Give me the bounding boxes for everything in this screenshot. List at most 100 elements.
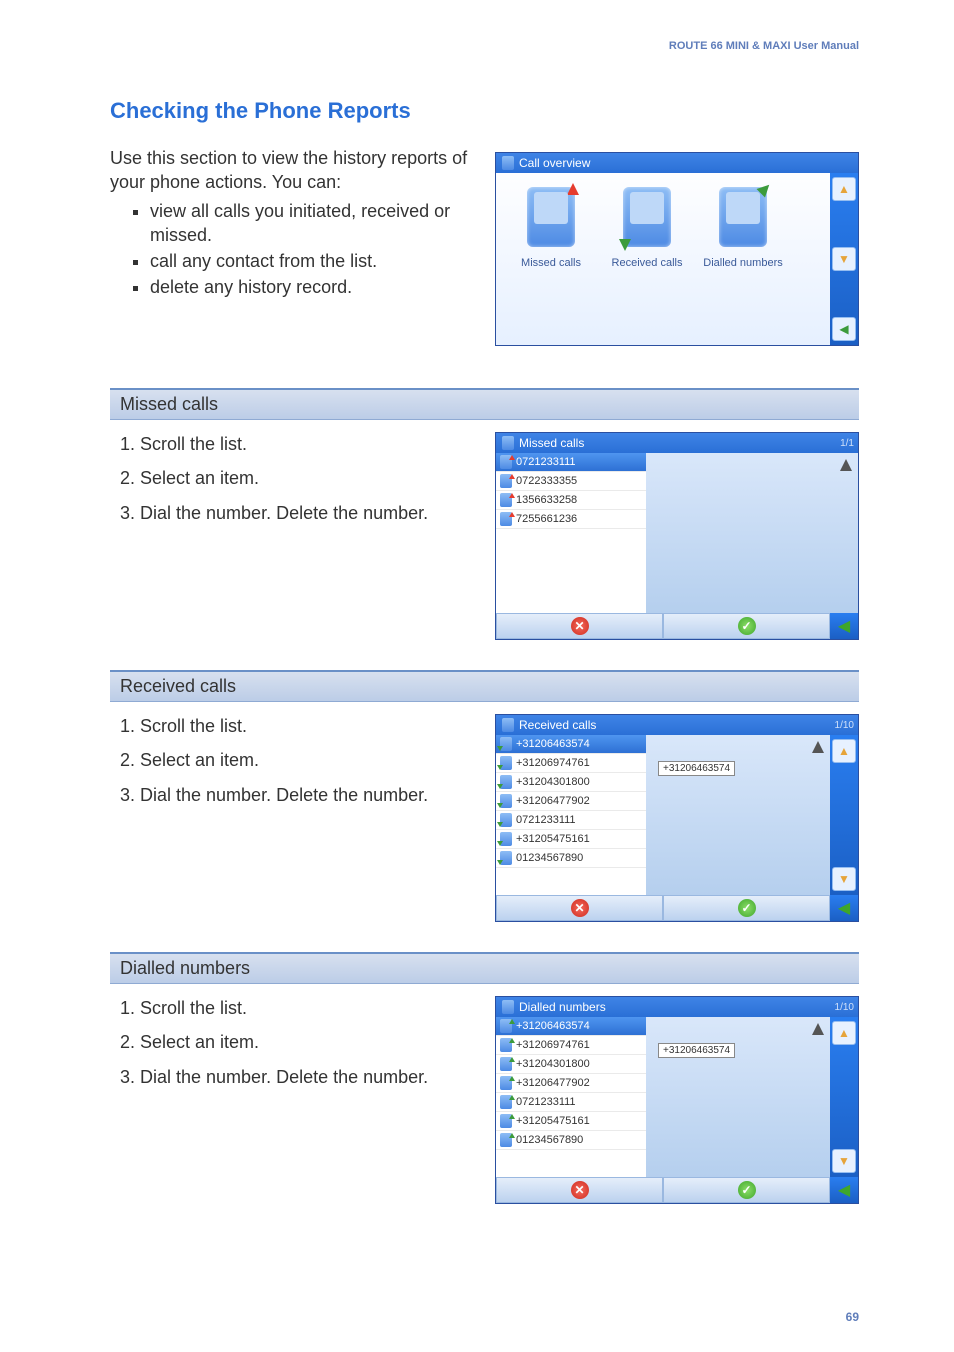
scroll-up-button[interactable]: ▲ xyxy=(832,739,856,763)
section-header: Missed calls xyxy=(110,388,859,420)
call-type-icon xyxy=(500,474,512,488)
overview-item[interactable]: Dialled numbers xyxy=(702,187,784,269)
north-icon xyxy=(840,459,852,471)
step-item: Dial the number. Delete the number. xyxy=(140,1065,477,1089)
list-screenshot: Dialled numbers1/10 +31206463574 +31206974… xyxy=(495,996,859,1204)
phone-number: 7255661236 xyxy=(516,513,577,525)
phone-number: 01234567890 xyxy=(516,1134,583,1146)
call-row[interactable]: 7255661236 xyxy=(496,510,646,529)
overview-label: Missed calls xyxy=(521,257,581,269)
back-button[interactable]: ◀ xyxy=(830,613,858,639)
call-type-icon xyxy=(500,756,512,770)
delete-button[interactable]: ✕ xyxy=(496,1177,663,1203)
step-item: Dial the number. Delete the number. xyxy=(140,783,477,807)
call-type-icon xyxy=(500,493,512,507)
call-type-icon xyxy=(500,737,512,751)
overview-label: Received calls xyxy=(612,257,683,269)
dial-button[interactable]: ✓ xyxy=(663,895,830,921)
scroll-up-button[interactable]: ▲ xyxy=(832,1021,856,1045)
phone-number: +31206463574 xyxy=(516,1020,590,1032)
back-button[interactable]: ◀ xyxy=(830,895,858,921)
intro-bullet: delete any history record. xyxy=(150,275,477,299)
call-row[interactable]: +31205475161 xyxy=(496,830,646,849)
phone-number: 0721233111 xyxy=(516,456,576,468)
delete-button[interactable]: ✕ xyxy=(496,895,663,921)
list-screenshot: Missed calls1/1 0721233111 0722333355 13566… xyxy=(495,432,859,640)
phone-number: +31206463574 xyxy=(516,738,590,750)
delete-button[interactable]: ✕ xyxy=(496,613,663,639)
phone-number: +31206974761 xyxy=(516,757,590,769)
phone-number: +31204301800 xyxy=(516,776,590,788)
call-row[interactable]: 01234567890 xyxy=(496,1131,646,1150)
map-tooltip: +31206463574 xyxy=(658,1043,735,1058)
phone-number: 0722333355 xyxy=(516,475,577,487)
call-type-icon xyxy=(500,1095,512,1109)
list-titlebar: Missed calls1/1 xyxy=(496,433,858,453)
call-type-icon xyxy=(500,1019,512,1033)
call-row[interactable]: +31204301800 xyxy=(496,773,646,792)
step-item: Dial the number. Delete the number. xyxy=(140,501,477,525)
step-item: Scroll the list. xyxy=(140,432,477,456)
scroll-down-button[interactable]: ▼ xyxy=(832,1149,856,1173)
phone-icon xyxy=(623,187,671,247)
phone-number: +31205475161 xyxy=(516,1115,590,1127)
list-titlebar: Received calls1/10 xyxy=(496,715,858,735)
phone-number: +31205475161 xyxy=(516,833,590,845)
call-row[interactable]: +31206974761 xyxy=(496,754,646,773)
call-type-icon xyxy=(500,512,512,526)
dial-button[interactable]: ✓ xyxy=(663,1177,830,1203)
page-indicator: 1/10 xyxy=(835,1002,854,1013)
list-screenshot: Received calls1/10 +31206463574 +312069747… xyxy=(495,714,859,922)
intro-text: Use this section to view the history rep… xyxy=(110,146,477,346)
scroll-down-button[interactable]: ▼ xyxy=(832,867,856,891)
map-tooltip: +31206463574 xyxy=(658,761,735,776)
phone-number: +31204301800 xyxy=(516,1058,590,1070)
call-type-icon xyxy=(500,775,512,789)
phone-number: +31206477902 xyxy=(516,1077,590,1089)
overview-item[interactable]: Missed calls xyxy=(510,187,592,269)
call-row[interactable]: +31206974761 xyxy=(496,1036,646,1055)
check-icon: ✓ xyxy=(738,1181,756,1199)
call-row[interactable]: 0722333355 xyxy=(496,472,646,491)
call-row[interactable]: +31206477902 xyxy=(496,792,646,811)
call-row[interactable]: 0721233111 xyxy=(496,1093,646,1112)
dial-button[interactable]: ✓ xyxy=(663,613,830,639)
close-icon: ✕ xyxy=(571,899,589,917)
call-row[interactable]: 1356633258 xyxy=(496,491,646,510)
step-item: Scroll the list. xyxy=(140,996,477,1020)
back-icon: ◀ xyxy=(838,898,850,918)
call-row[interactable]: +31206463574 xyxy=(496,735,646,754)
page-number: 69 xyxy=(846,1310,859,1324)
phone-icon xyxy=(502,718,514,732)
back-button[interactable]: ◀ xyxy=(830,1177,858,1203)
section-header: Received calls xyxy=(110,670,859,702)
list-titlebar: Dialled numbers1/10 xyxy=(496,997,858,1017)
call-row[interactable]: 01234567890 xyxy=(496,849,646,868)
call-row[interactable]: +31205475161 xyxy=(496,1112,646,1131)
section-header: Dialled numbers xyxy=(110,952,859,984)
back-button[interactable]: ◀ xyxy=(832,317,856,341)
call-row[interactable]: 0721233111 xyxy=(496,811,646,830)
intro-bullet: call any contact from the list. xyxy=(150,249,477,273)
overview-title: Call overview xyxy=(519,156,590,170)
overview-item[interactable]: Received calls xyxy=(606,187,688,269)
call-row[interactable]: 0721233111 xyxy=(496,453,646,472)
north-icon xyxy=(812,1023,824,1035)
call-row[interactable]: +31204301800 xyxy=(496,1055,646,1074)
call-type-icon xyxy=(500,1038,512,1052)
step-item: Scroll the list. xyxy=(140,714,477,738)
phone-number: 1356633258 xyxy=(516,494,577,506)
call-row[interactable]: +31206477902 xyxy=(496,1074,646,1093)
check-icon: ✓ xyxy=(738,899,756,917)
phone-icon xyxy=(719,187,767,247)
map-preview: +31206463574 xyxy=(646,735,830,895)
call-type-icon xyxy=(500,1076,512,1090)
scroll-down-button[interactable]: ▼ xyxy=(832,247,856,271)
scroll-up-button[interactable]: ▲ xyxy=(832,177,856,201)
phone-number: +31206974761 xyxy=(516,1039,590,1051)
intro-bullet: view all calls you initiated, received o… xyxy=(150,199,477,248)
call-type-icon xyxy=(500,1133,512,1147)
page-indicator: 1/1 xyxy=(840,438,854,449)
call-row[interactable]: +31206463574 xyxy=(496,1017,646,1036)
close-icon: ✕ xyxy=(571,1181,589,1199)
